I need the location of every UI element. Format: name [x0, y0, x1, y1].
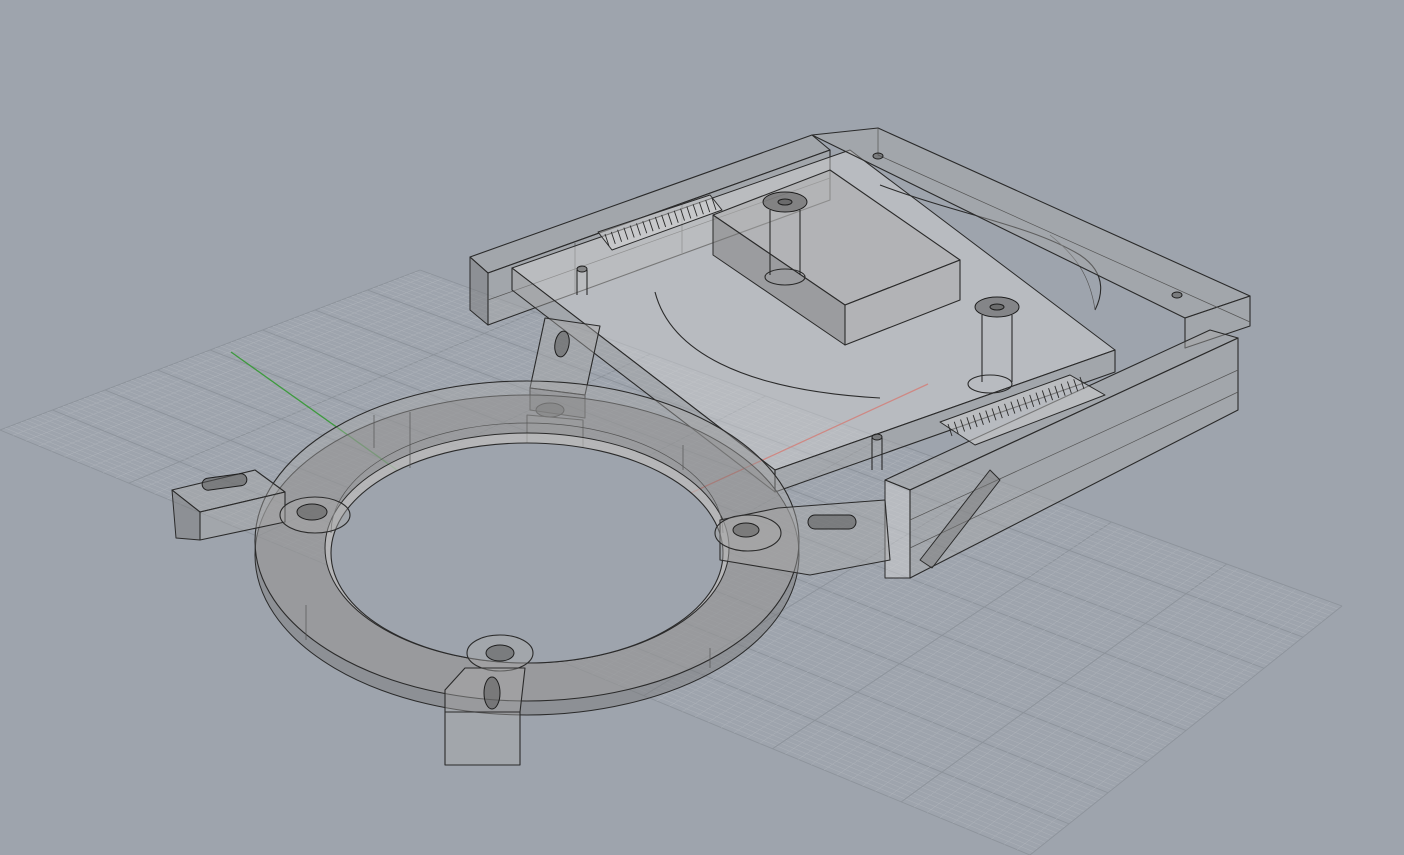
perspective-viewport[interactable] [0, 0, 1404, 855]
viewport-canvas[interactable] [0, 0, 1404, 855]
